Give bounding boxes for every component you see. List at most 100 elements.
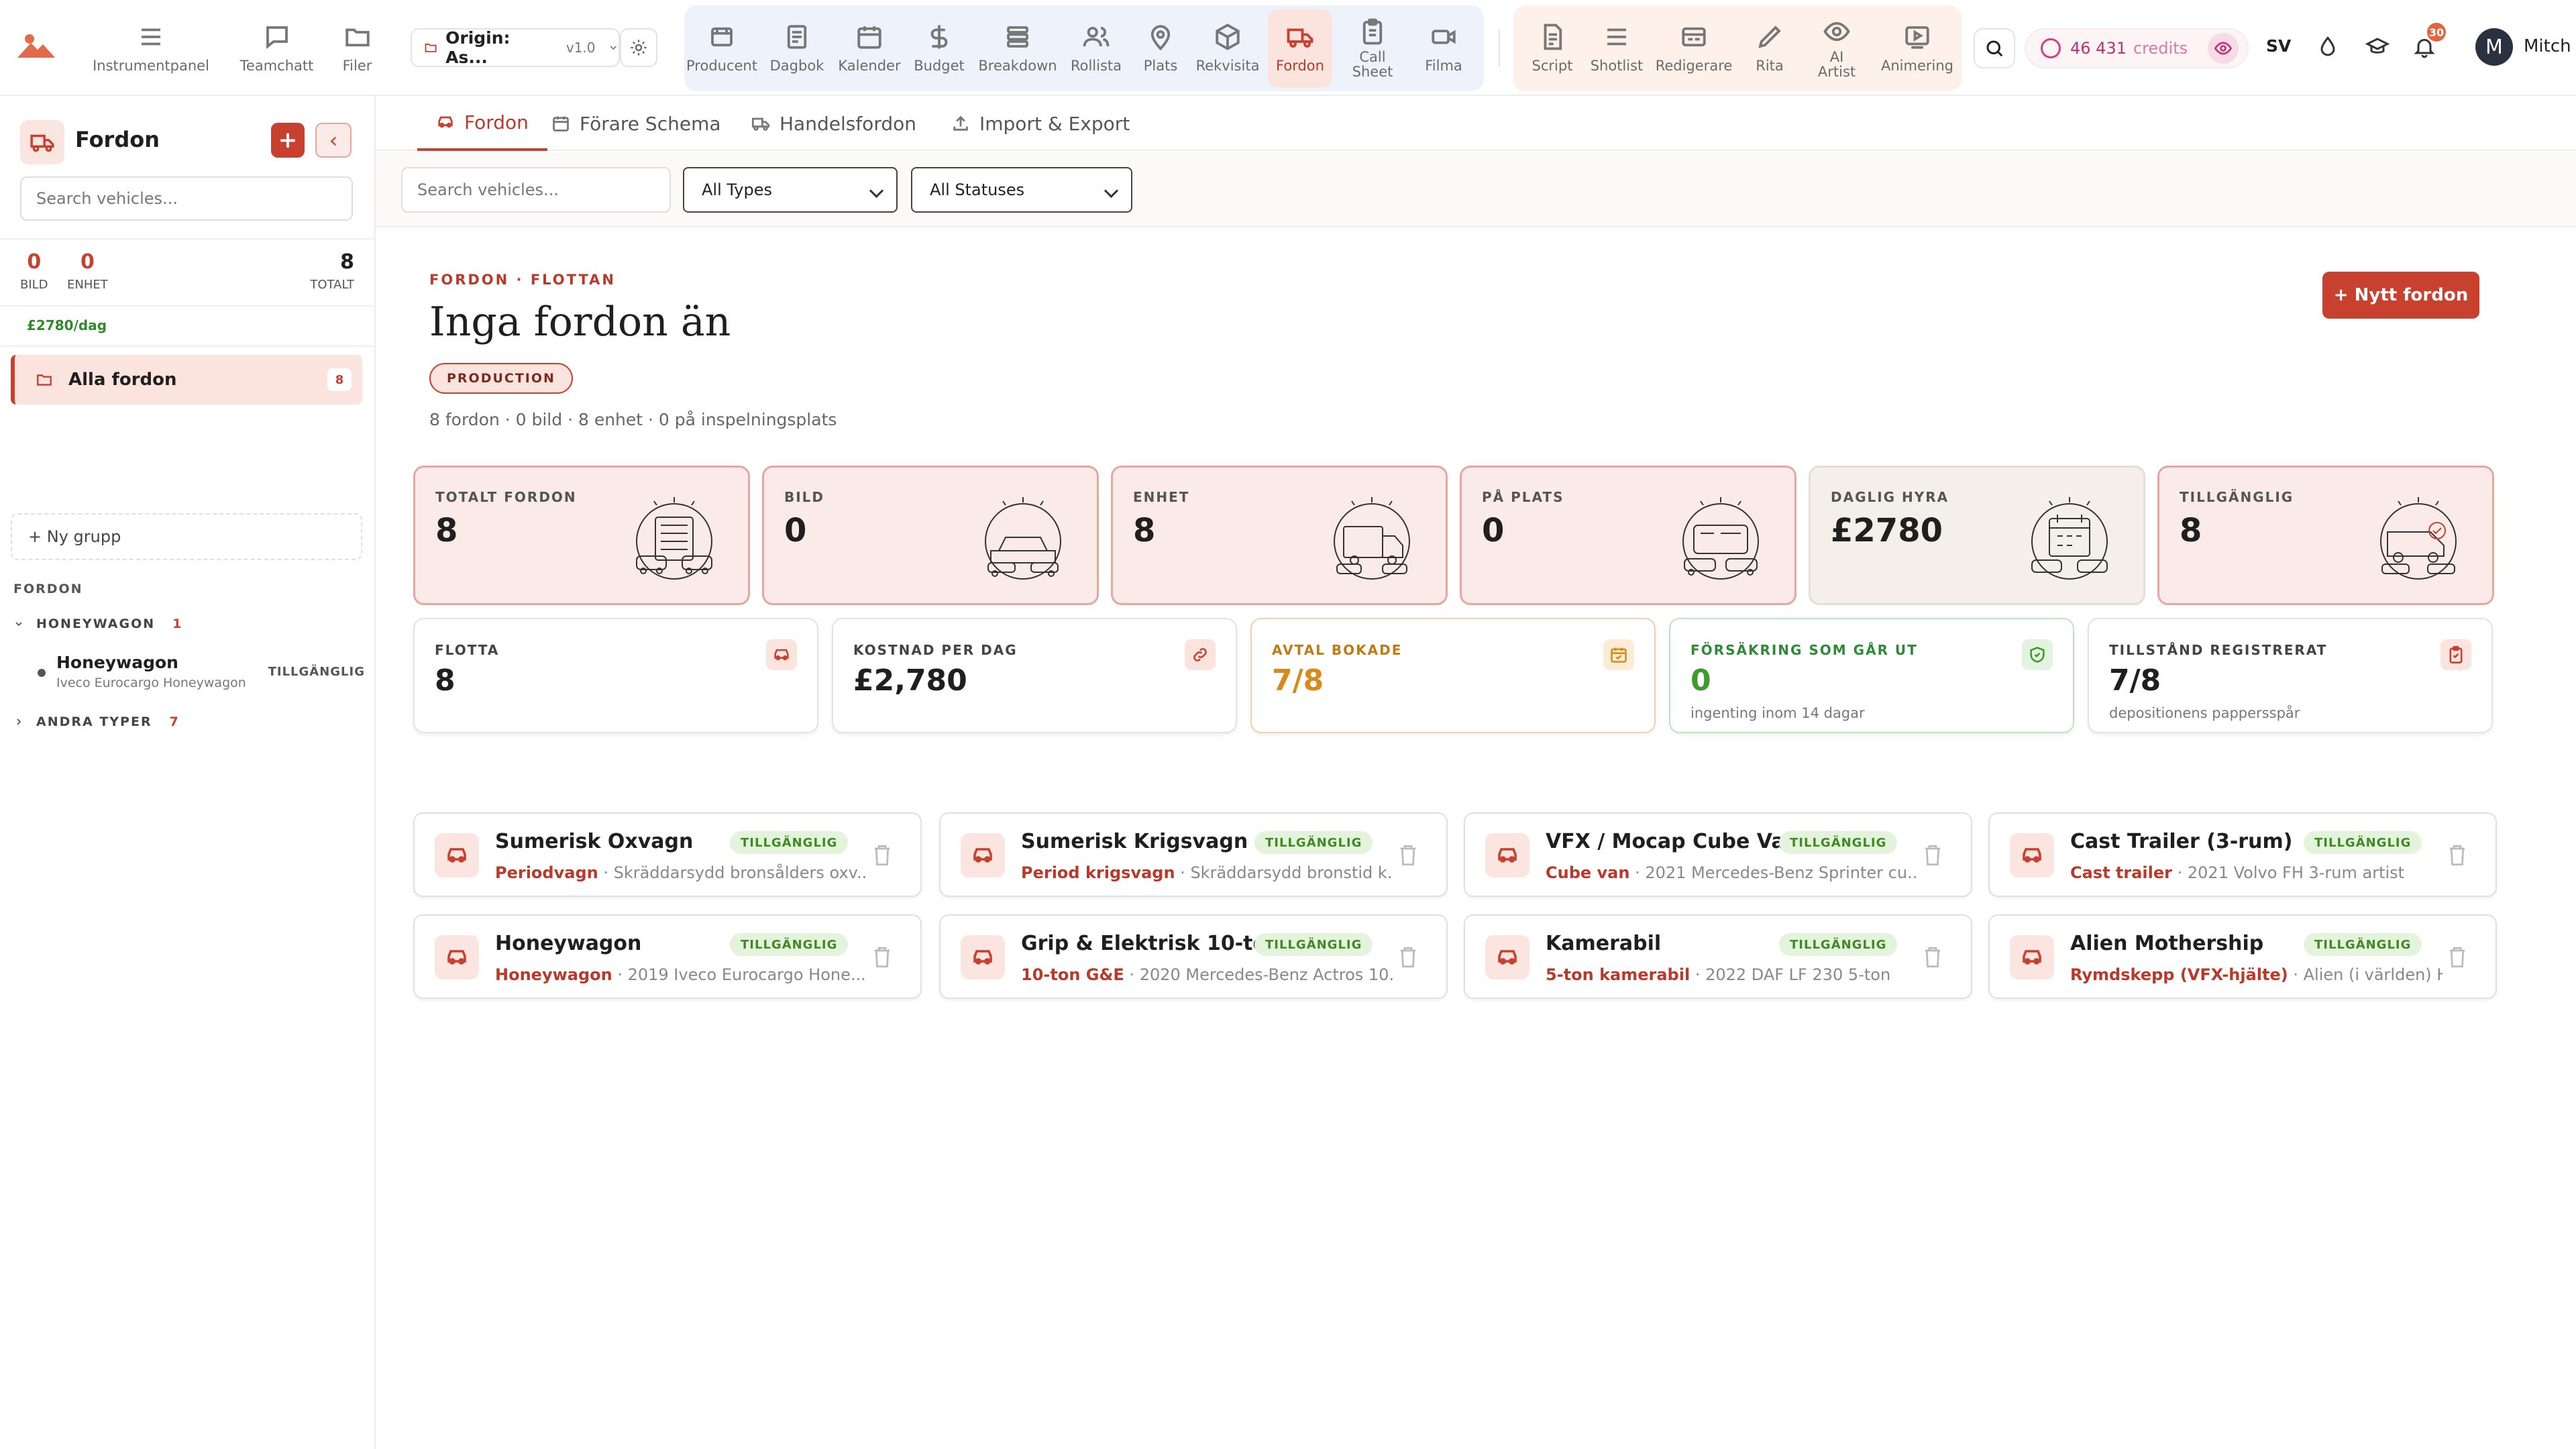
sidebar-divider <box>0 238 374 239</box>
mountain-logo-icon <box>17 34 55 58</box>
all-vehicles-item[interactable]: Alla fordon 8 <box>11 355 362 405</box>
vehicle-card[interactable]: Grip & Elektrisk 10-ton TILLGÄNGLIG 10-t… <box>939 914 1448 999</box>
delete-button[interactable] <box>1923 945 1943 969</box>
delete-button[interactable] <box>2447 945 2467 969</box>
trash-icon <box>1400 947 1416 968</box>
sidebar-divider <box>0 305 374 307</box>
editor-icon <box>1682 27 1706 46</box>
delete-button[interactable] <box>1398 843 1418 867</box>
delete-button[interactable] <box>872 945 892 969</box>
module-kalender[interactable]: Kalender <box>835 0 904 96</box>
kpi-label: DAGLIG HYRA <box>1831 489 1949 505</box>
vehicle-status: TILLGÄNGLIG <box>268 665 365 679</box>
vehicle-desc: 2022 DAF LF 230 5-ton <box>1705 965 1891 984</box>
on-location-illustration-icon <box>1682 497 1759 580</box>
group-andra-typer[interactable]: ANDRA TYPER 7 <box>13 714 178 729</box>
tool-animering[interactable]: Animering <box>1878 0 1956 96</box>
group-honeywagon[interactable]: HONEYWAGON 1 <box>13 616 181 631</box>
status-filter-select[interactable]: All Statuses <box>911 167 1132 213</box>
delete-button[interactable] <box>1398 945 1418 969</box>
credits-eye-icon[interactable] <box>2208 33 2239 64</box>
project-settings-button[interactable] <box>620 28 657 67</box>
graduation-cap-icon <box>2365 38 2390 54</box>
producer-icon <box>711 27 733 46</box>
vehicle-card[interactable]: Honeywagon TILLGÄNGLIG Honeywagon · 2019… <box>413 914 922 999</box>
script-icon <box>1544 23 1562 50</box>
tool-label: Redigerare <box>1655 57 1733 74</box>
delete-button[interactable] <box>872 843 892 867</box>
new-group-box[interactable]: + Ny grupp <box>11 513 362 560</box>
sidebar-title: Fordon <box>75 127 160 152</box>
vehicle-sub: Iveco Eurocargo Honeywagon <box>56 676 246 690</box>
project-selector[interactable]: Origin: As... v1.0 <box>411 28 620 67</box>
people-icon <box>1083 26 1110 46</box>
tab-import-export[interactable]: Import & Export <box>951 96 1130 151</box>
delete-button[interactable] <box>1923 843 1943 867</box>
vehicle-type: Cast trailer <box>2070 863 2172 882</box>
tab-fordon[interactable]: Fordon <box>417 96 547 151</box>
car-icon <box>2010 935 2054 979</box>
stat-label: AVTAL BOKADE <box>1272 642 1403 658</box>
app-logo[interactable] <box>16 31 56 60</box>
trash-icon <box>2449 947 2465 968</box>
add-vehicle-button[interactable]: + <box>271 123 305 158</box>
truck-icon <box>30 134 54 152</box>
notifications-button[interactable]: 30 <box>2412 23 2446 63</box>
collapse-sidebar-button[interactable]: ‹ <box>315 123 352 158</box>
language-switch[interactable]: SV <box>2266 36 2291 56</box>
kpi-value: 8 <box>2180 512 2202 549</box>
tab-handelsfordon[interactable]: Handelsfordon <box>751 96 916 151</box>
theme-button[interactable] <box>2316 35 2340 62</box>
module-fordon[interactable]: Fordon <box>1268 0 1332 96</box>
tab-forare-schema[interactable]: Förare Schema <box>551 96 721 151</box>
tool-redigerare[interactable]: Redigerare <box>1650 0 1737 96</box>
calendar-check-icon <box>1603 639 1634 670</box>
vehicle-card[interactable]: Kamerabil TILLGÄNGLIG 5-ton kamerabil · … <box>1464 914 1972 999</box>
nav-filer[interactable]: Filer <box>335 0 379 96</box>
car-icon <box>961 833 1005 877</box>
nav-teamchatt[interactable]: Teamchatt <box>231 0 322 96</box>
vehicle-card[interactable]: Sumerisk Krigsvagn TILLGÄNGLIG Period kr… <box>939 812 1448 897</box>
search-button[interactable] <box>1974 28 2015 68</box>
sidebar-vehicle-item[interactable]: Honeywagon Iveco Eurocargo Honeywagon TI… <box>36 651 365 698</box>
vehicle-card[interactable]: Sumerisk Oxvagn TILLGÄNGLIG Periodvagn ·… <box>413 812 922 897</box>
module-rekvisita[interactable]: Rekvisita <box>1190 0 1265 96</box>
vehicle-search-input[interactable]: Search vehicles... <box>401 167 671 213</box>
delete-button[interactable] <box>2447 843 2467 867</box>
user-avatar[interactable]: M <box>2475 28 2513 66</box>
vehicle-name: Honeywagon <box>56 653 178 672</box>
tool-shotlist[interactable]: Shotlist <box>1585 0 1649 96</box>
module-plats[interactable]: Plats <box>1131 0 1190 96</box>
status-badge: TILLGÄNGLIG <box>2304 831 2422 854</box>
tool-rita[interactable]: Rita <box>1737 0 1802 96</box>
folder-icon <box>425 44 437 52</box>
tool-label: AI Artist <box>1817 48 1856 80</box>
user-name[interactable]: Mitch <box>2524 36 2571 56</box>
module-breakdown[interactable]: Breakdown <box>974 0 1061 96</box>
menu-icon <box>142 28 160 45</box>
new-vehicle-button[interactable]: + Nytt fordon <box>2322 272 2479 319</box>
vehicle-card[interactable]: Alien Mothership TILLGÄNGLIG Rymdskepp (… <box>1988 914 2497 999</box>
tool-ai-artist[interactable]: AI Artist <box>1805 0 1869 96</box>
module-budget[interactable]: Budget <box>904 0 974 96</box>
production-badge: PRODUCTION <box>429 363 573 394</box>
module-rollista[interactable]: Rollista <box>1061 0 1131 96</box>
nav-instrumentpanel[interactable]: Instrumentpanel <box>87 0 215 96</box>
credits-pill[interactable]: 46 431 credits <box>2025 28 2249 68</box>
stat-label: FLOTTA <box>435 642 500 658</box>
stat-label: ENHET <box>67 278 108 292</box>
vehicle-card[interactable]: VFX / Mocap Cube Van TILLGÄNGLIG Cube va… <box>1464 812 1972 897</box>
calendar-icon <box>553 116 569 131</box>
learn-button[interactable] <box>2364 35 2391 62</box>
sidebar-search-input[interactable]: Search vehicles... <box>20 176 353 221</box>
module-filma[interactable]: Filma <box>1409 0 1479 96</box>
module-dagbok[interactable]: Dagbok <box>759 0 835 96</box>
kpi-daglig-hyra: DAGLIG HYRA £2780 <box>1809 466 2145 605</box>
tool-script[interactable]: Script <box>1520 0 1585 96</box>
stat-value: 8 <box>435 663 455 698</box>
vehicle-card[interactable]: Cast Trailer (3-rum) TILLGÄNGLIG Cast tr… <box>1988 812 2497 897</box>
module-producent[interactable]: Producent <box>684 0 759 96</box>
type-filter-select[interactable]: All Types <box>683 167 898 213</box>
vehicle-desc: Skräddarsydd bronsålders oxv... <box>613 863 867 882</box>
module-call-sheet[interactable]: Call Sheet <box>1339 0 1406 96</box>
